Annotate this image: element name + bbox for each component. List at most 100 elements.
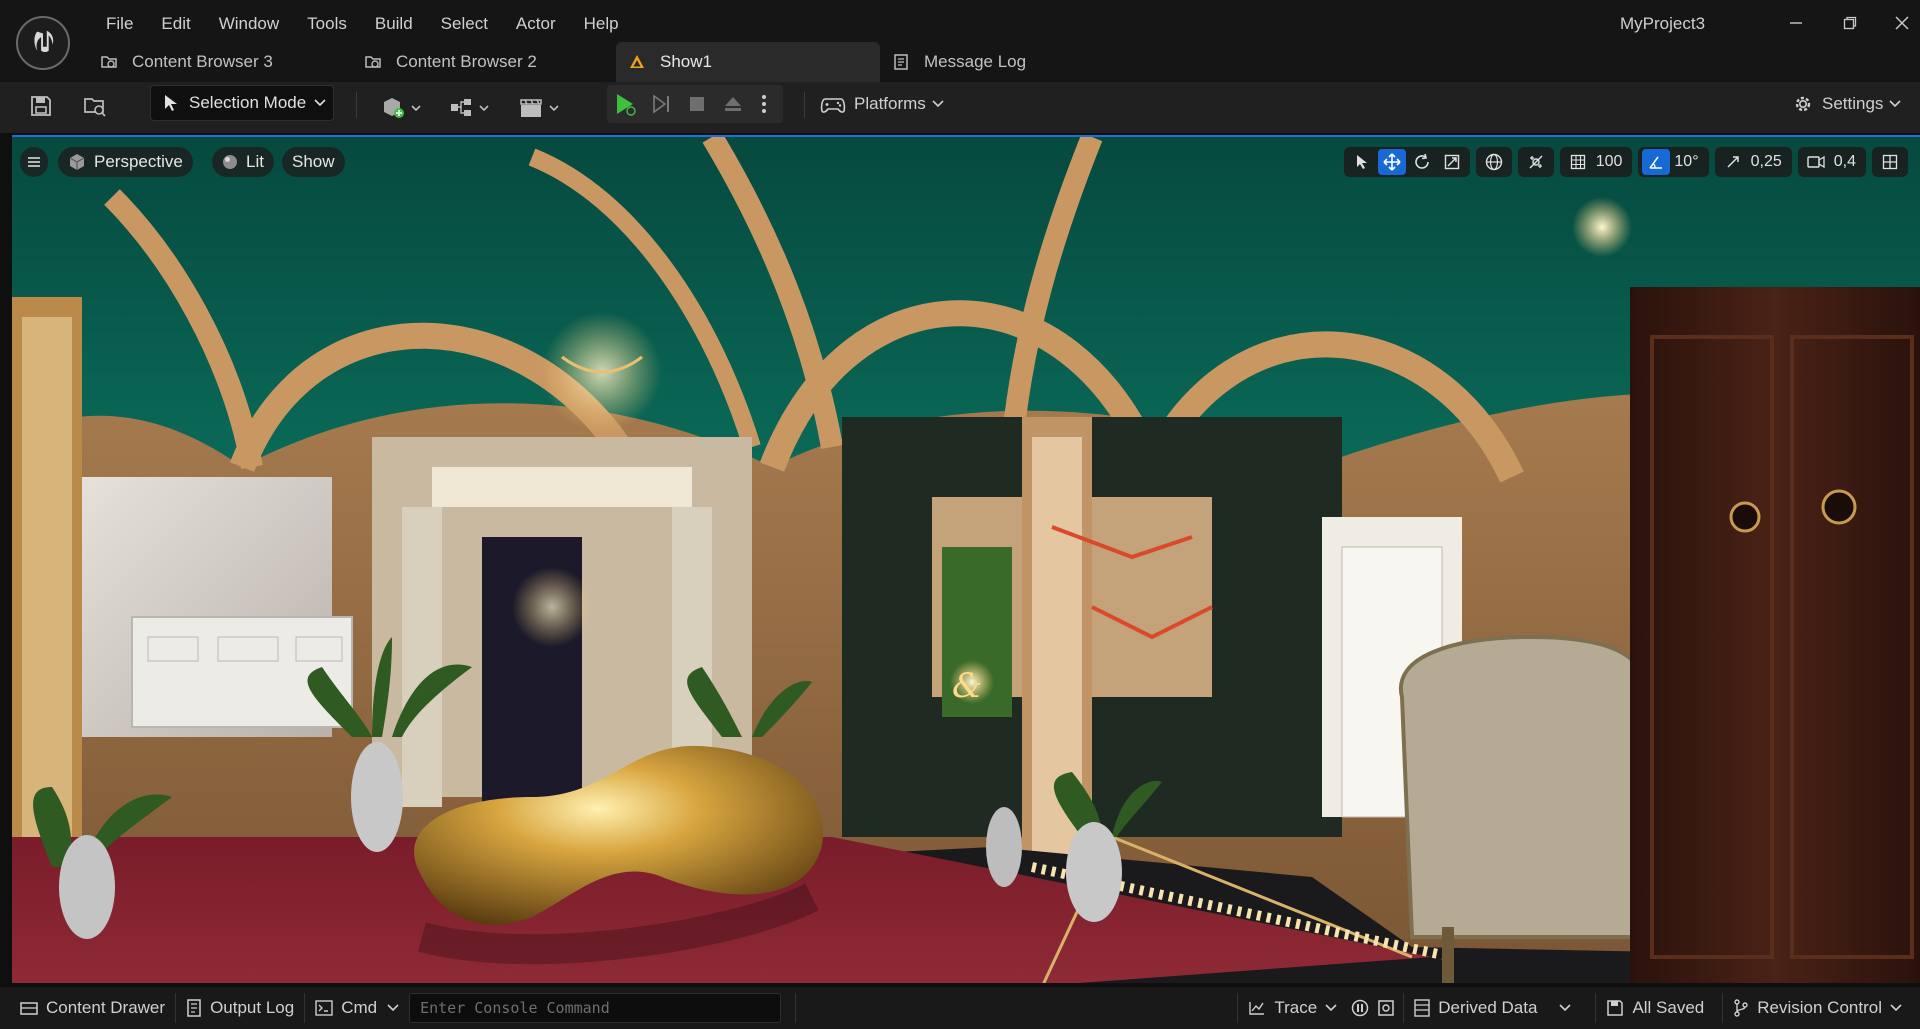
branch-icon: [1733, 999, 1749, 1017]
content-drawer-label: Content Drawer: [46, 998, 166, 1017]
all-saved-button[interactable]: All Saved: [1596, 992, 1714, 1024]
camera-speed-value[interactable]: 0,4: [1832, 153, 1862, 171]
scene-render[interactable]: &: [12, 137, 1920, 983]
viewport-layout-icon[interactable]: [1876, 149, 1904, 175]
terminal-icon: [315, 1000, 333, 1016]
content-browser-icon: [100, 53, 118, 71]
close-icon[interactable]: [1882, 8, 1920, 38]
menu-edit[interactable]: Edit: [147, 12, 204, 36]
tab-content-browser-2[interactable]: Content Browser 2: [352, 42, 616, 82]
coordinate-system-toggle: [1475, 147, 1512, 177]
rotation-snap-icon[interactable]: [1642, 149, 1671, 175]
stop-icon[interactable]: [679, 95, 715, 113]
derived-data-icon: [1414, 999, 1430, 1017]
rotation-snap-value[interactable]: 10°: [1672, 153, 1704, 171]
camera-icon[interactable]: [1802, 149, 1830, 175]
select-tool-icon[interactable]: [1348, 149, 1376, 175]
scale-snap-value[interactable]: 0,25: [1749, 153, 1788, 171]
editor-tabs: Content Browser 3 Content Browser 2 Show…: [88, 42, 1100, 82]
rotation-snap-group: 10°: [1638, 147, 1709, 177]
show-label: Show: [292, 152, 335, 171]
trace-label: Trace: [1274, 998, 1318, 1017]
trace-dropdown[interactable]: Trace: [1238, 992, 1347, 1024]
chevron-down-icon: [1325, 1004, 1337, 1012]
tab-label: Content Browser 2: [396, 52, 537, 71]
tab-content-browser-3[interactable]: Content Browser 3: [88, 42, 352, 82]
status-bar: Content Drawer Output Log Cmd Trace: [0, 987, 1920, 1029]
save-icon[interactable]: [26, 90, 56, 122]
trace-snapshot-icon[interactable]: [1373, 992, 1403, 1024]
play-icon[interactable]: [607, 91, 643, 117]
settings-label: Settings: [1822, 94, 1884, 113]
menu-select[interactable]: Select: [427, 12, 502, 36]
derived-data-label: Derived Data: [1438, 998, 1538, 1017]
menu-file[interactable]: File: [92, 12, 147, 36]
output-log-button[interactable]: Output Log: [176, 992, 304, 1024]
revision-control-dropdown[interactable]: Revision Control: [1723, 992, 1920, 1024]
level-viewport[interactable]: & Perspective Lit Show 100 10° 0,25 0,4: [12, 135, 1920, 983]
perspective-dropdown[interactable]: Perspective: [58, 147, 193, 177]
rotate-tool-icon[interactable]: [1408, 149, 1436, 175]
title-bar: File Edit Window Tools Build Select Acto…: [0, 0, 1920, 82]
menu-build[interactable]: Build: [361, 12, 427, 36]
main-menu: File Edit Window Tools Build Select Acto…: [92, 12, 633, 36]
chevron-down-icon: [1559, 1004, 1572, 1012]
world-globe-icon[interactable]: [1480, 149, 1508, 175]
lit-dropdown[interactable]: Lit: [212, 147, 274, 177]
grid-snap-value[interactable]: 100: [1594, 153, 1629, 171]
lighting-sphere-icon: [222, 154, 238, 170]
svg-text:&: &: [952, 666, 982, 706]
cube-icon: [68, 153, 86, 171]
menu-help[interactable]: Help: [570, 12, 633, 36]
unreal-logo-icon[interactable]: [16, 16, 70, 70]
cmd-label: Cmd: [341, 998, 378, 1017]
grid-snap-icon[interactable]: [1564, 149, 1592, 175]
tab-label: Show1: [660, 52, 712, 71]
menu-window[interactable]: Window: [205, 12, 293, 36]
gear-icon: [1792, 93, 1814, 115]
scale-tool-icon[interactable]: [1438, 149, 1466, 175]
eject-icon[interactable]: [715, 95, 751, 113]
tab-message-log[interactable]: Message Log: [880, 42, 1100, 82]
scale-snap-icon[interactable]: [1719, 149, 1747, 175]
menu-tools[interactable]: Tools: [293, 12, 361, 36]
tab-show1[interactable]: Show1: [616, 42, 880, 82]
transform-tools: [1343, 147, 1470, 177]
grid-snap-group: 100: [1559, 147, 1633, 177]
translate-tool-icon[interactable]: [1377, 149, 1406, 175]
trace-record-icon[interactable]: [1347, 992, 1373, 1024]
selection-cursor-icon: [163, 94, 179, 112]
platforms-gamepad-icon: [820, 93, 846, 115]
lighting-label: Lit: [246, 152, 264, 171]
console-command-input[interactable]: [409, 993, 782, 1023]
platforms-dropdown[interactable]: Platforms: [820, 92, 944, 116]
minimize-icon[interactable]: [1776, 8, 1816, 38]
cmd-dropdown[interactable]: Cmd: [305, 992, 409, 1024]
settings-dropdown[interactable]: Settings: [1792, 92, 1902, 116]
selection-mode-dropdown[interactable]: Selection Mode: [150, 85, 334, 121]
viewport-menu-icon[interactable]: [20, 147, 48, 177]
chevron-down-icon: [1890, 1004, 1902, 1012]
browse-content-icon[interactable]: [80, 90, 112, 122]
revision-control-label: Revision Control: [1757, 998, 1882, 1017]
save-status-icon: [1606, 999, 1624, 1017]
restore-icon[interactable]: [1830, 8, 1870, 38]
surface-snapping-toggle: [1517, 147, 1554, 177]
chevron-down-icon: [387, 1004, 399, 1012]
derived-data-dropdown[interactable]: Derived Data: [1404, 992, 1581, 1024]
chevron-down-icon: [932, 100, 944, 108]
more-options-icon[interactable]: [751, 93, 777, 115]
surface-snap-icon[interactable]: [1522, 149, 1550, 175]
step-forward-icon[interactable]: [643, 94, 679, 114]
blueprints-button[interactable]: [446, 92, 494, 124]
camera-speed-group: 0,4: [1797, 147, 1866, 177]
play-controls: [607, 85, 783, 123]
show-dropdown[interactable]: Show: [282, 147, 345, 177]
add-actor-button[interactable]: [378, 92, 426, 124]
output-log-label: Output Log: [210, 998, 295, 1017]
content-drawer-button[interactable]: Content Drawer: [0, 992, 175, 1024]
viewport-transform-controls: 100 10° 0,25 0,4: [1343, 147, 1908, 177]
menu-actor[interactable]: Actor: [502, 12, 570, 36]
tab-label: Message Log: [924, 52, 1027, 71]
cinematics-button[interactable]: [516, 92, 564, 124]
